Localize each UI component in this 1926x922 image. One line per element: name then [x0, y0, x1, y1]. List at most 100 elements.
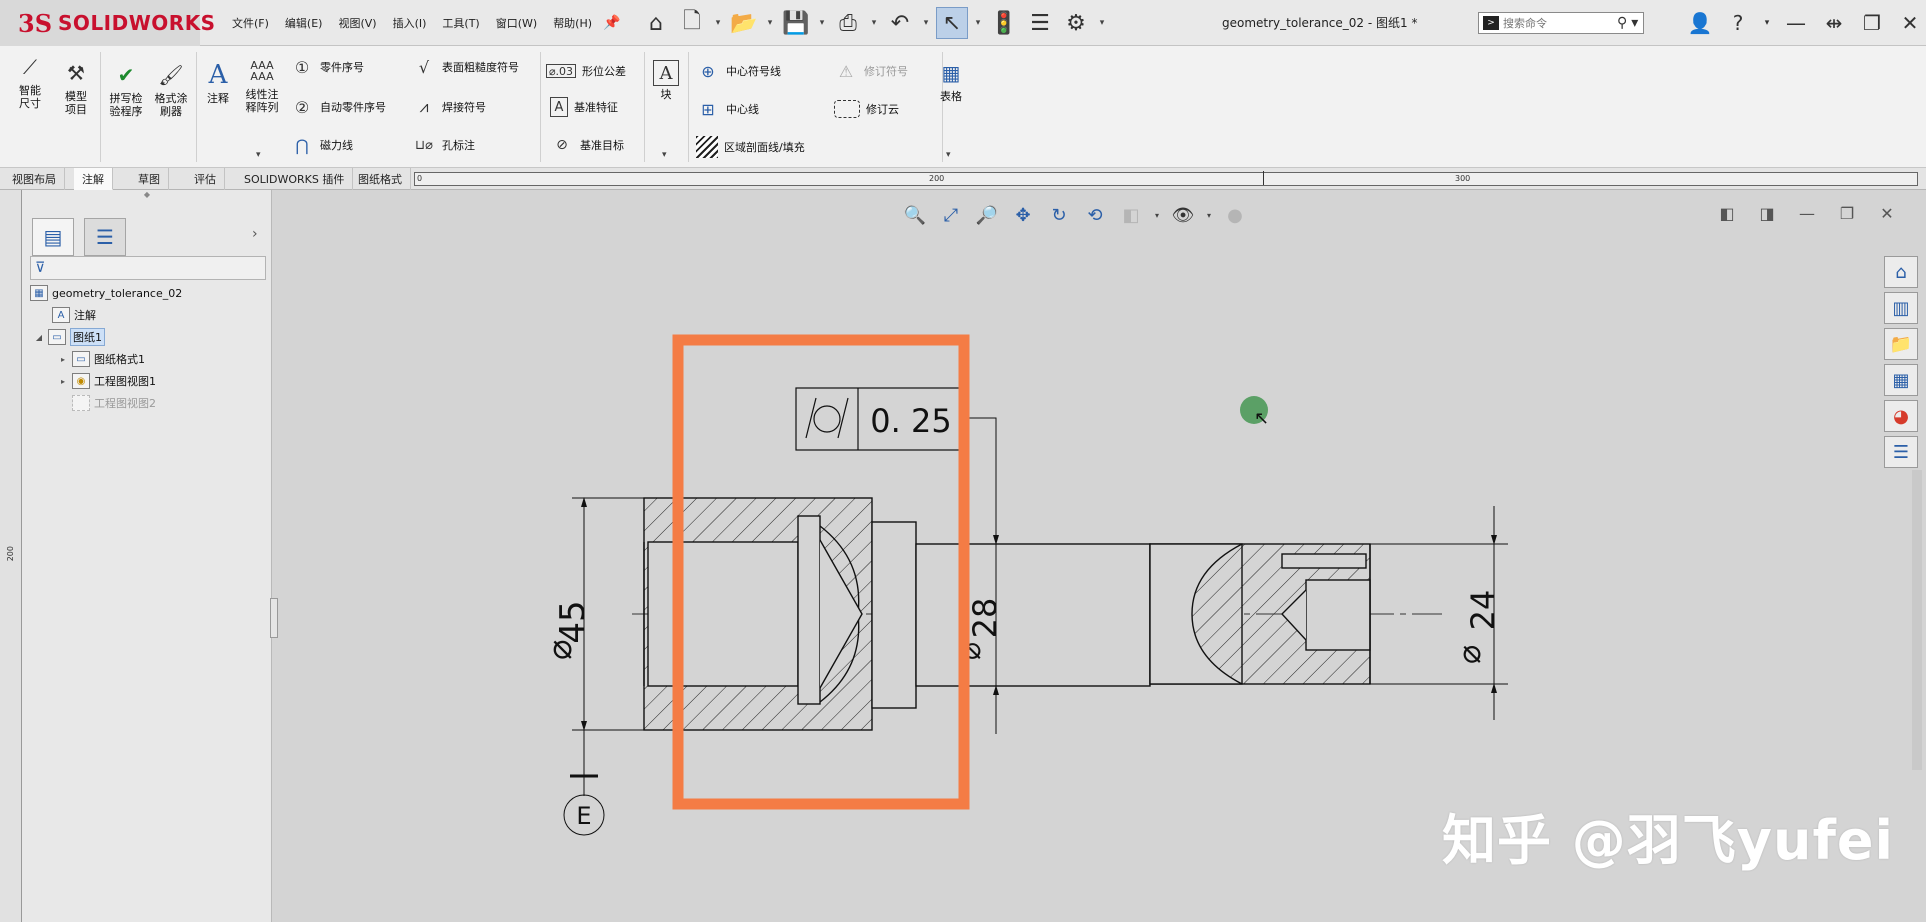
- table-dropdown-icon[interactable]: ▾: [946, 150, 951, 160]
- surface-finish-button[interactable]: √ 表面粗糙度符号: [412, 54, 519, 80]
- print-icon[interactable]: ⎙: [832, 7, 864, 39]
- maximize-icon[interactable]: ❐: [1858, 9, 1886, 37]
- help-icon[interactable]: ?: [1724, 9, 1752, 37]
- revision-cloud-button[interactable]: 修订云: [834, 96, 899, 122]
- table-button[interactable]: ▦ 表格: [936, 58, 966, 104]
- spell-check-button[interactable]: ✔ 拼写检验程序: [104, 60, 148, 119]
- auto-balloon-button[interactable]: ② 自动零件序号: [290, 94, 386, 120]
- undo-dropdown-icon[interactable]: ▾: [920, 7, 932, 39]
- menu-file[interactable]: 文件(F): [226, 12, 275, 34]
- balloon-label: 零件序号: [320, 61, 364, 74]
- note-button[interactable]: A 注释: [200, 60, 236, 106]
- minimize-icon[interactable]: —: [1782, 9, 1810, 37]
- open-folder-icon[interactable]: 📂: [728, 7, 760, 39]
- help-dropdown-icon[interactable]: ▾: [1762, 9, 1772, 37]
- menu-window[interactable]: 窗口(W): [490, 12, 543, 34]
- open-dropdown-icon[interactable]: ▾: [764, 7, 776, 39]
- tab-view-layout[interactable]: 视图布局: [4, 168, 65, 190]
- tree-item-drawing-view-1[interactable]: ▸ ◉ 工程图视图1: [58, 371, 156, 391]
- tree-item-drawing-view-2[interactable]: 工程图视图2: [72, 393, 156, 413]
- collapse-arrow-icon[interactable]: ◢: [34, 333, 44, 342]
- menu-tools[interactable]: 工具(T): [436, 12, 485, 34]
- print-dropdown-icon[interactable]: ▾: [868, 7, 880, 39]
- table-icon: ▦: [941, 60, 961, 85]
- area-hatch-button[interactable]: 区域剖面线/填充: [696, 134, 805, 160]
- menu-view[interactable]: 视图(V): [332, 12, 382, 34]
- appearances-icon[interactable]: ◕: [1884, 400, 1918, 432]
- solidworks-resources-icon[interactable]: ⌂: [1884, 256, 1918, 288]
- tab-sketch[interactable]: 草图: [130, 168, 169, 190]
- solidworks-logo[interactable]: 3S SOLIDWORKS: [0, 0, 215, 46]
- save-icon[interactable]: 💾: [780, 7, 812, 39]
- file-explorer-icon[interactable]: 📁: [1884, 328, 1918, 360]
- tab-sheet-format[interactable]: 图纸格式: [350, 168, 411, 190]
- datum-feature-button[interactable]: A 基准特征: [550, 94, 618, 120]
- panel-grip-icon[interactable]: ◆: [22, 190, 272, 204]
- options-gear-icon[interactable]: ⚙: [1060, 7, 1092, 39]
- custom-properties-icon[interactable]: ☰: [1884, 436, 1918, 468]
- file-properties-icon[interactable]: ☰: [1024, 7, 1056, 39]
- note-pattern-dropdown-icon[interactable]: ▾: [256, 150, 261, 160]
- chevron-right-icon[interactable]: ›: [252, 226, 258, 242]
- save-dropdown-icon[interactable]: ▾: [816, 7, 828, 39]
- balloon-button[interactable]: ① 零件序号: [290, 54, 364, 80]
- search-input[interactable]: [1503, 16, 1613, 30]
- home-icon[interactable]: ⌂: [640, 7, 672, 39]
- expand-arrow-icon[interactable]: ▸: [58, 377, 68, 386]
- feature-manager-tab-icon[interactable]: ▤: [32, 218, 74, 256]
- search-dropdown-icon[interactable]: ▾: [1631, 15, 1638, 31]
- tree-item-sheet[interactable]: ◢ ▭ 图纸1: [34, 327, 105, 347]
- tree-item-annotations[interactable]: A 注解: [52, 305, 96, 325]
- table-label: 表格: [940, 90, 962, 103]
- new-document-icon[interactable]: 🗋: [676, 7, 708, 39]
- rebuild-traffic-light-icon[interactable]: 🚦: [988, 7, 1020, 39]
- tab-solidworks-addins[interactable]: SOLIDWORKS 插件: [236, 168, 354, 190]
- linear-note-pattern-button[interactable]: AAA AAA 线性注释阵列: [240, 56, 284, 114]
- centerline-button[interactable]: ⊞ 中心线: [696, 96, 759, 122]
- weld-symbol-button[interactable]: ⩘ 焊接符号: [412, 94, 486, 120]
- tab-annotation[interactable]: 注解: [74, 168, 113, 190]
- filter-bar[interactable]: ⊽: [30, 256, 266, 280]
- expand-arrow-icon[interactable]: ▸: [58, 355, 68, 364]
- menu-help[interactable]: 帮助(H): [547, 12, 598, 34]
- menu-insert[interactable]: 插入(I): [387, 12, 433, 34]
- diameter-45-dimension[interactable]: [563, 497, 644, 836]
- magnetic-line-button[interactable]: ⋂ 磁力线: [290, 132, 353, 158]
- view-palette-icon[interactable]: ▦: [1884, 364, 1918, 396]
- block-icon: A: [653, 60, 679, 86]
- block-dropdown-icon[interactable]: ▾: [662, 150, 667, 160]
- geometric-tolerance-button[interactable]: ⌀.03 形位公差: [546, 58, 626, 84]
- close-icon[interactable]: ✕: [1896, 9, 1924, 37]
- search-icon[interactable]: ⚲: [1617, 15, 1627, 31]
- hole-callout-button[interactable]: ⊔⌀ 孔标注: [412, 132, 475, 158]
- restore-split-icon[interactable]: ⇹: [1820, 9, 1848, 37]
- property-manager-tab-icon[interactable]: ☰: [84, 218, 126, 256]
- revision-symbol-button[interactable]: ⚠ 修订符号: [834, 58, 908, 84]
- command-prompt-icon[interactable]: >: [1483, 16, 1499, 30]
- block-button[interactable]: A 块: [650, 60, 682, 101]
- vertical-scrollbar[interactable]: [1912, 470, 1922, 770]
- new-dropdown-icon[interactable]: ▾: [712, 7, 724, 39]
- tree-item-sheet-format[interactable]: ▸ ▭ 图纸格式1: [58, 349, 145, 369]
- options-dropdown-icon[interactable]: ▾: [1096, 7, 1108, 39]
- model-items-button[interactable]: ⚒ 模型项目: [56, 58, 96, 117]
- center-mark-icon: ⊕: [701, 61, 715, 81]
- center-mark-button[interactable]: ⊕ 中心符号线: [696, 58, 781, 84]
- select-dropdown-icon[interactable]: ▾: [972, 7, 984, 39]
- quick-access-toolbar: ⌂ 🗋 ▾ 📂 ▾ 💾 ▾ ⎙ ▾ ↶ ▾ ↖ ▾ 🚦 ☰ ⚙ ▾: [640, 4, 1108, 42]
- pin-icon[interactable]: 📌: [602, 13, 622, 33]
- user-icon[interactable]: 👤: [1686, 9, 1714, 37]
- document-close-icon[interactable]: ✕: [1876, 202, 1898, 224]
- filter-icon[interactable]: ⊽: [35, 260, 45, 276]
- tree-root[interactable]: ▦ geometry_tolerance_02: [30, 283, 182, 303]
- select-pointer-icon[interactable]: ↖: [936, 7, 968, 39]
- undo-icon[interactable]: ↶: [884, 7, 916, 39]
- design-library-icon[interactable]: ▥: [1884, 292, 1918, 324]
- datum-target-button[interactable]: ⊘ 基准目标: [550, 132, 624, 158]
- revision-symbol-label: 修订符号: [864, 65, 908, 78]
- revision-cloud-label: 修订云: [866, 103, 899, 116]
- tab-evaluate[interactable]: 评估: [186, 168, 225, 190]
- format-painter-button[interactable]: 🖌 格式涂刷器: [148, 60, 194, 119]
- menu-edit[interactable]: 编辑(E): [279, 12, 329, 34]
- smart-dimension-button[interactable]: ⟋ 智能尺寸: [8, 52, 52, 111]
